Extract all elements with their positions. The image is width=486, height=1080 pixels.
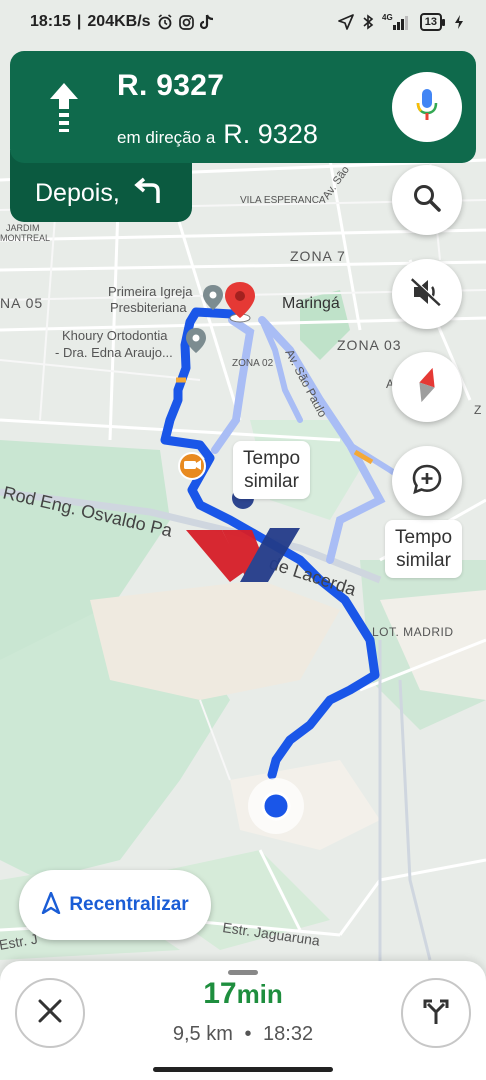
straight-arrow-icon	[48, 81, 80, 138]
trip-summary-sheet[interactable]: 17min 9,5 km • 18:32	[0, 961, 486, 1080]
duration-unit: min	[236, 979, 283, 1009]
map-label-zona05: NA 05	[0, 295, 43, 311]
speed-camera-icon[interactable]	[178, 452, 206, 480]
status-time: 18:15	[30, 13, 71, 30]
recenter-button[interactable]: Recentralizar	[19, 870, 211, 940]
map-label-zona02: ZONA 02	[232, 358, 274, 369]
compass-button[interactable]	[392, 352, 462, 422]
signal-icon: 4G	[382, 13, 412, 31]
map-label-vila-esperanca: VILA ESPERANCA	[240, 195, 326, 206]
report-button[interactable]	[392, 446, 462, 516]
toward-line: em direção a R. 9328	[117, 119, 318, 150]
alt-route-line2: similar	[244, 471, 299, 492]
location-icon	[337, 14, 354, 30]
status-bar: 18:15 | 204KB/s 4G 13	[0, 0, 486, 44]
battery-level: 13	[424, 16, 437, 28]
map-label-z-right: Z	[474, 403, 481, 417]
map-label-zona7: ZONA 7	[290, 248, 346, 264]
bluetooth-icon	[362, 14, 374, 30]
map-label-igreja-1: Primeira Igreja	[108, 284, 193, 299]
map-label-maringa: Maringá	[282, 295, 340, 312]
mute-button[interactable]	[392, 259, 462, 329]
map-label-igreja-2: Presbiteriana	[110, 300, 187, 315]
tiktok-icon	[199, 14, 214, 30]
navigation-header[interactable]: R. 9327 em direção a R. 9328	[10, 51, 476, 163]
then-label: Depois,	[35, 178, 120, 207]
current-location-marker	[248, 778, 304, 834]
map-label-khoury-1: Khoury Ortodontia	[62, 328, 168, 343]
toward-street: R. 9328	[223, 119, 318, 149]
alt-route-line1: Tempo	[243, 448, 301, 469]
charging-icon	[454, 14, 464, 30]
map-label-lot-madrid: LOT. MADRID	[372, 625, 454, 639]
route-fork-icon	[421, 996, 451, 1031]
status-data-speed: 204KB/s	[87, 13, 151, 30]
svg-text:4G: 4G	[382, 13, 393, 22]
duration-value: 17	[203, 977, 237, 1010]
compass-icon	[416, 365, 438, 410]
microphone-icon	[415, 88, 439, 127]
alt-route-line2: similar	[396, 550, 451, 571]
mute-icon	[410, 277, 444, 312]
alternate-routes-button[interactable]	[401, 978, 471, 1048]
system-home-indicator[interactable]	[153, 1067, 333, 1072]
recenter-label: Recentralizar	[69, 894, 189, 915]
alt-route-chip[interactable]: Tempo similar	[233, 441, 311, 499]
battery-indicator: 13	[419, 13, 446, 31]
alarm-icon	[157, 14, 173, 30]
instagram-icon	[178, 14, 194, 30]
add-comment-icon	[411, 463, 443, 500]
trip-distance: 9,5 km	[172, 1023, 233, 1045]
sheet-handle[interactable]	[228, 970, 258, 975]
search-button[interactable]	[392, 165, 462, 235]
toward-label: em direção a	[117, 128, 216, 147]
voice-search-button[interactable]	[392, 72, 462, 142]
map-label-zona03: ZONA 03	[337, 337, 402, 353]
map-label-jardim: JARDIM	[6, 223, 40, 233]
alt-route-line1: Tempo	[395, 527, 453, 548]
trip-separator: •	[244, 1023, 252, 1045]
current-street: R. 9327	[117, 69, 225, 102]
search-icon	[412, 183, 442, 218]
map-label-khoury-2: - Dra. Edna Araujo...	[55, 345, 173, 360]
turn-left-icon	[132, 177, 164, 210]
alt-route-chip[interactable]: Tempo similar	[385, 520, 463, 578]
navigation-arrow-icon	[41, 891, 61, 919]
map-label-montreal: MONTREAL	[0, 233, 50, 243]
arrival-time: 18:32	[263, 1023, 314, 1045]
